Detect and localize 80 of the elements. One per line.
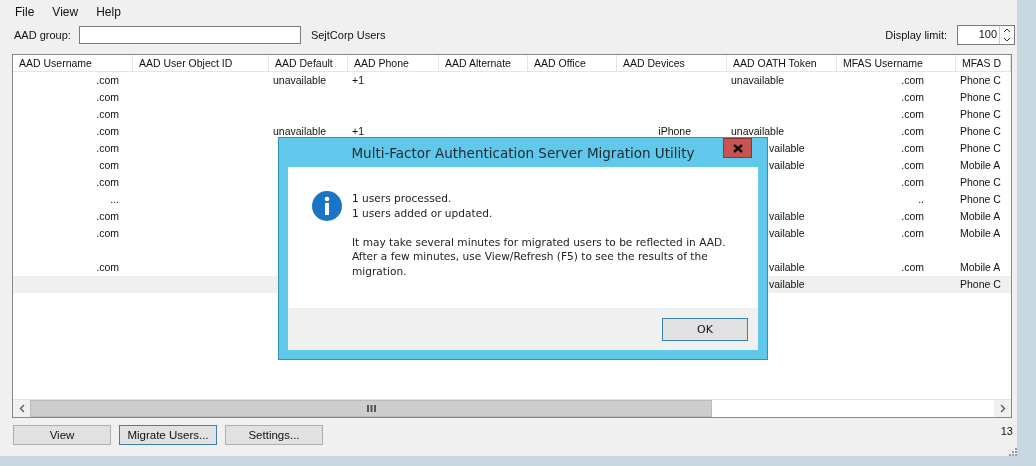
dialog-title: Multi-Factor Authentication Server Migration Utility [350,144,696,161]
column-header[interactable]: AAD Alternate [439,55,528,72]
table-cell: Phone C [960,91,1001,103]
table-cell: com [99,159,119,171]
table-cell: .com [901,91,924,103]
scrollbar-thumb[interactable] [30,400,712,417]
message-line: 1 users added or updated. [352,205,494,220]
table-cell: vailable [769,261,805,273]
action-button[interactable]: View [13,425,111,445]
table-cell: vailable [769,278,805,290]
table-cell: ... [110,193,119,205]
table-cell: Phone C [960,278,1001,290]
field-label: AAD group: [14,29,71,41]
column-header[interactable]: AAD Default [269,55,348,72]
table-cell: .com [96,210,119,222]
column-header[interactable]: AAD Username [13,55,133,72]
menu-item[interactable]: Help [87,5,130,19]
table-cell: .com [96,91,119,103]
message-paragraph: It may take several minutes for migrated users to be reflected in AAD. After a few minutes, use View/Refresh (F5) to see the results of the migration. [352,234,727,278]
close-icon [732,143,743,153]
table-cell: Mobile A [960,261,1001,273]
table-cell: vailable [769,227,805,239]
table-cell: Phone C [960,142,1001,154]
table-cell: .com [901,227,924,239]
column-header[interactable]: AAD Devices [617,55,727,72]
close-button[interactable] [723,138,752,158]
column-header[interactable]: AAD Phone [348,55,439,72]
table-cell: iPhone [658,125,691,137]
group-field[interactable] [78,26,301,44]
table-cell: .com [96,176,119,188]
column-header[interactable]: AAD Office [528,55,617,72]
info-icon [312,191,342,221]
table-cell: .com [96,74,119,86]
table-cell: vailable [769,142,805,154]
table-cell: .com [901,261,924,273]
table-cell: .com [96,108,119,120]
table-cell: +1 [352,74,364,86]
table-cell: .com [901,142,924,154]
column-header[interactable]: MFAS Username [837,55,956,72]
table-cell: vailable [769,210,805,222]
table-cell: .com [901,210,924,222]
group-name: SejtCorp Users [310,29,387,41]
field-label: Display limit: [885,29,947,41]
table-cell: .. [918,193,924,205]
table-cell: Phone C [960,74,1001,86]
table-cell: +1 [352,125,364,137]
table-cell: .com [901,176,924,188]
table-cell: unavailable [731,74,785,86]
grip-icon [366,405,376,412]
menu-item[interactable]: File [6,5,44,19]
table-cell: Mobile A [960,227,1001,239]
table-cell: .com [96,261,119,273]
resize-grip-icon[interactable] [1008,447,1017,456]
column-header[interactable]: AAD User Object ID [133,55,269,72]
display-limit-spinner[interactable]: 100 [957,25,1015,45]
table-cell: Mobile A [960,159,1001,171]
table-cell: Phone C [960,125,1001,137]
table-cell: .com [96,125,119,137]
table-cell: .com [901,125,924,137]
table-cell: Phone C [960,176,1001,188]
table-cell: .com [901,74,924,86]
table-cell: .com [96,227,119,239]
column-header[interactable]: MFAS D [956,55,1011,72]
table-cell: unavailable [273,125,327,137]
table-cell: .com [96,142,119,154]
record-count: 13 [1000,425,1013,437]
menu-item[interactable]: View [43,5,88,19]
table-cell: Mobile A [960,210,1001,222]
ok-button[interactable]: OK [662,317,748,341]
action-button[interactable]: Migrate Users... [119,425,217,445]
table-cell: vailable [769,159,805,171]
action-button[interactable]: Settings... [225,425,323,445]
column-header[interactable]: AAD OATH Token [727,55,837,72]
table-cell: Phone C [960,108,1001,120]
message-line: 1 users processed. [352,191,453,206]
table-cell: .com [901,159,924,171]
table-cell: unavailable [273,74,327,86]
table-cell: unavailable [731,125,785,137]
table-cell: .com [901,108,924,120]
table-cell: Phone C [960,193,1001,205]
